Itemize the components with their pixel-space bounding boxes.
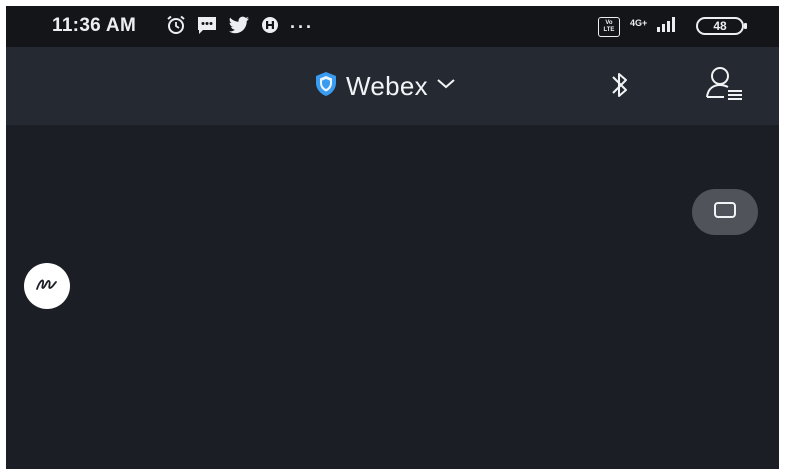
app-title: Webex (346, 71, 428, 101)
alarm-icon (166, 15, 186, 40)
battery-icon: 48 (696, 17, 747, 35)
meeting-canvas (6, 125, 779, 469)
participants-button[interactable] (700, 63, 748, 109)
system-icons: Vo LTE 4G+ (598, 16, 679, 37)
rectangle-icon (712, 200, 738, 225)
twitter-icon (228, 15, 250, 40)
app-icon (260, 15, 280, 40)
signal-icon (657, 16, 679, 37)
battery-level: 48 (713, 19, 727, 33)
volte-label: Vo LTE (603, 19, 615, 33)
overflow-text: ··· (290, 17, 314, 37)
status-bar: 11:36 AM ··· Vo LTE 4G+ 48 (6, 6, 779, 47)
bluetooth-icon (610, 68, 630, 107)
network-label: 4G+ (630, 17, 648, 28)
annotate-button[interactable] (24, 263, 70, 309)
bluetooth-button[interactable] (600, 67, 640, 107)
screen: 11:36 AM ··· Vo LTE 4G+ 48 Webex (6, 6, 779, 469)
message-icon (196, 15, 218, 40)
volte-icon: Vo LTE (598, 16, 620, 37)
chevron-down-icon (436, 77, 456, 96)
shield-icon (314, 71, 338, 102)
status-time: 11:36 AM (52, 15, 137, 36)
toggle-view-button[interactable] (692, 189, 758, 235)
space-selector[interactable]: Webex (314, 71, 456, 102)
user-list-icon (704, 64, 744, 109)
scribble-icon (35, 275, 59, 298)
app-header: Webex (6, 47, 779, 125)
notification-icons: ··· (166, 15, 314, 40)
